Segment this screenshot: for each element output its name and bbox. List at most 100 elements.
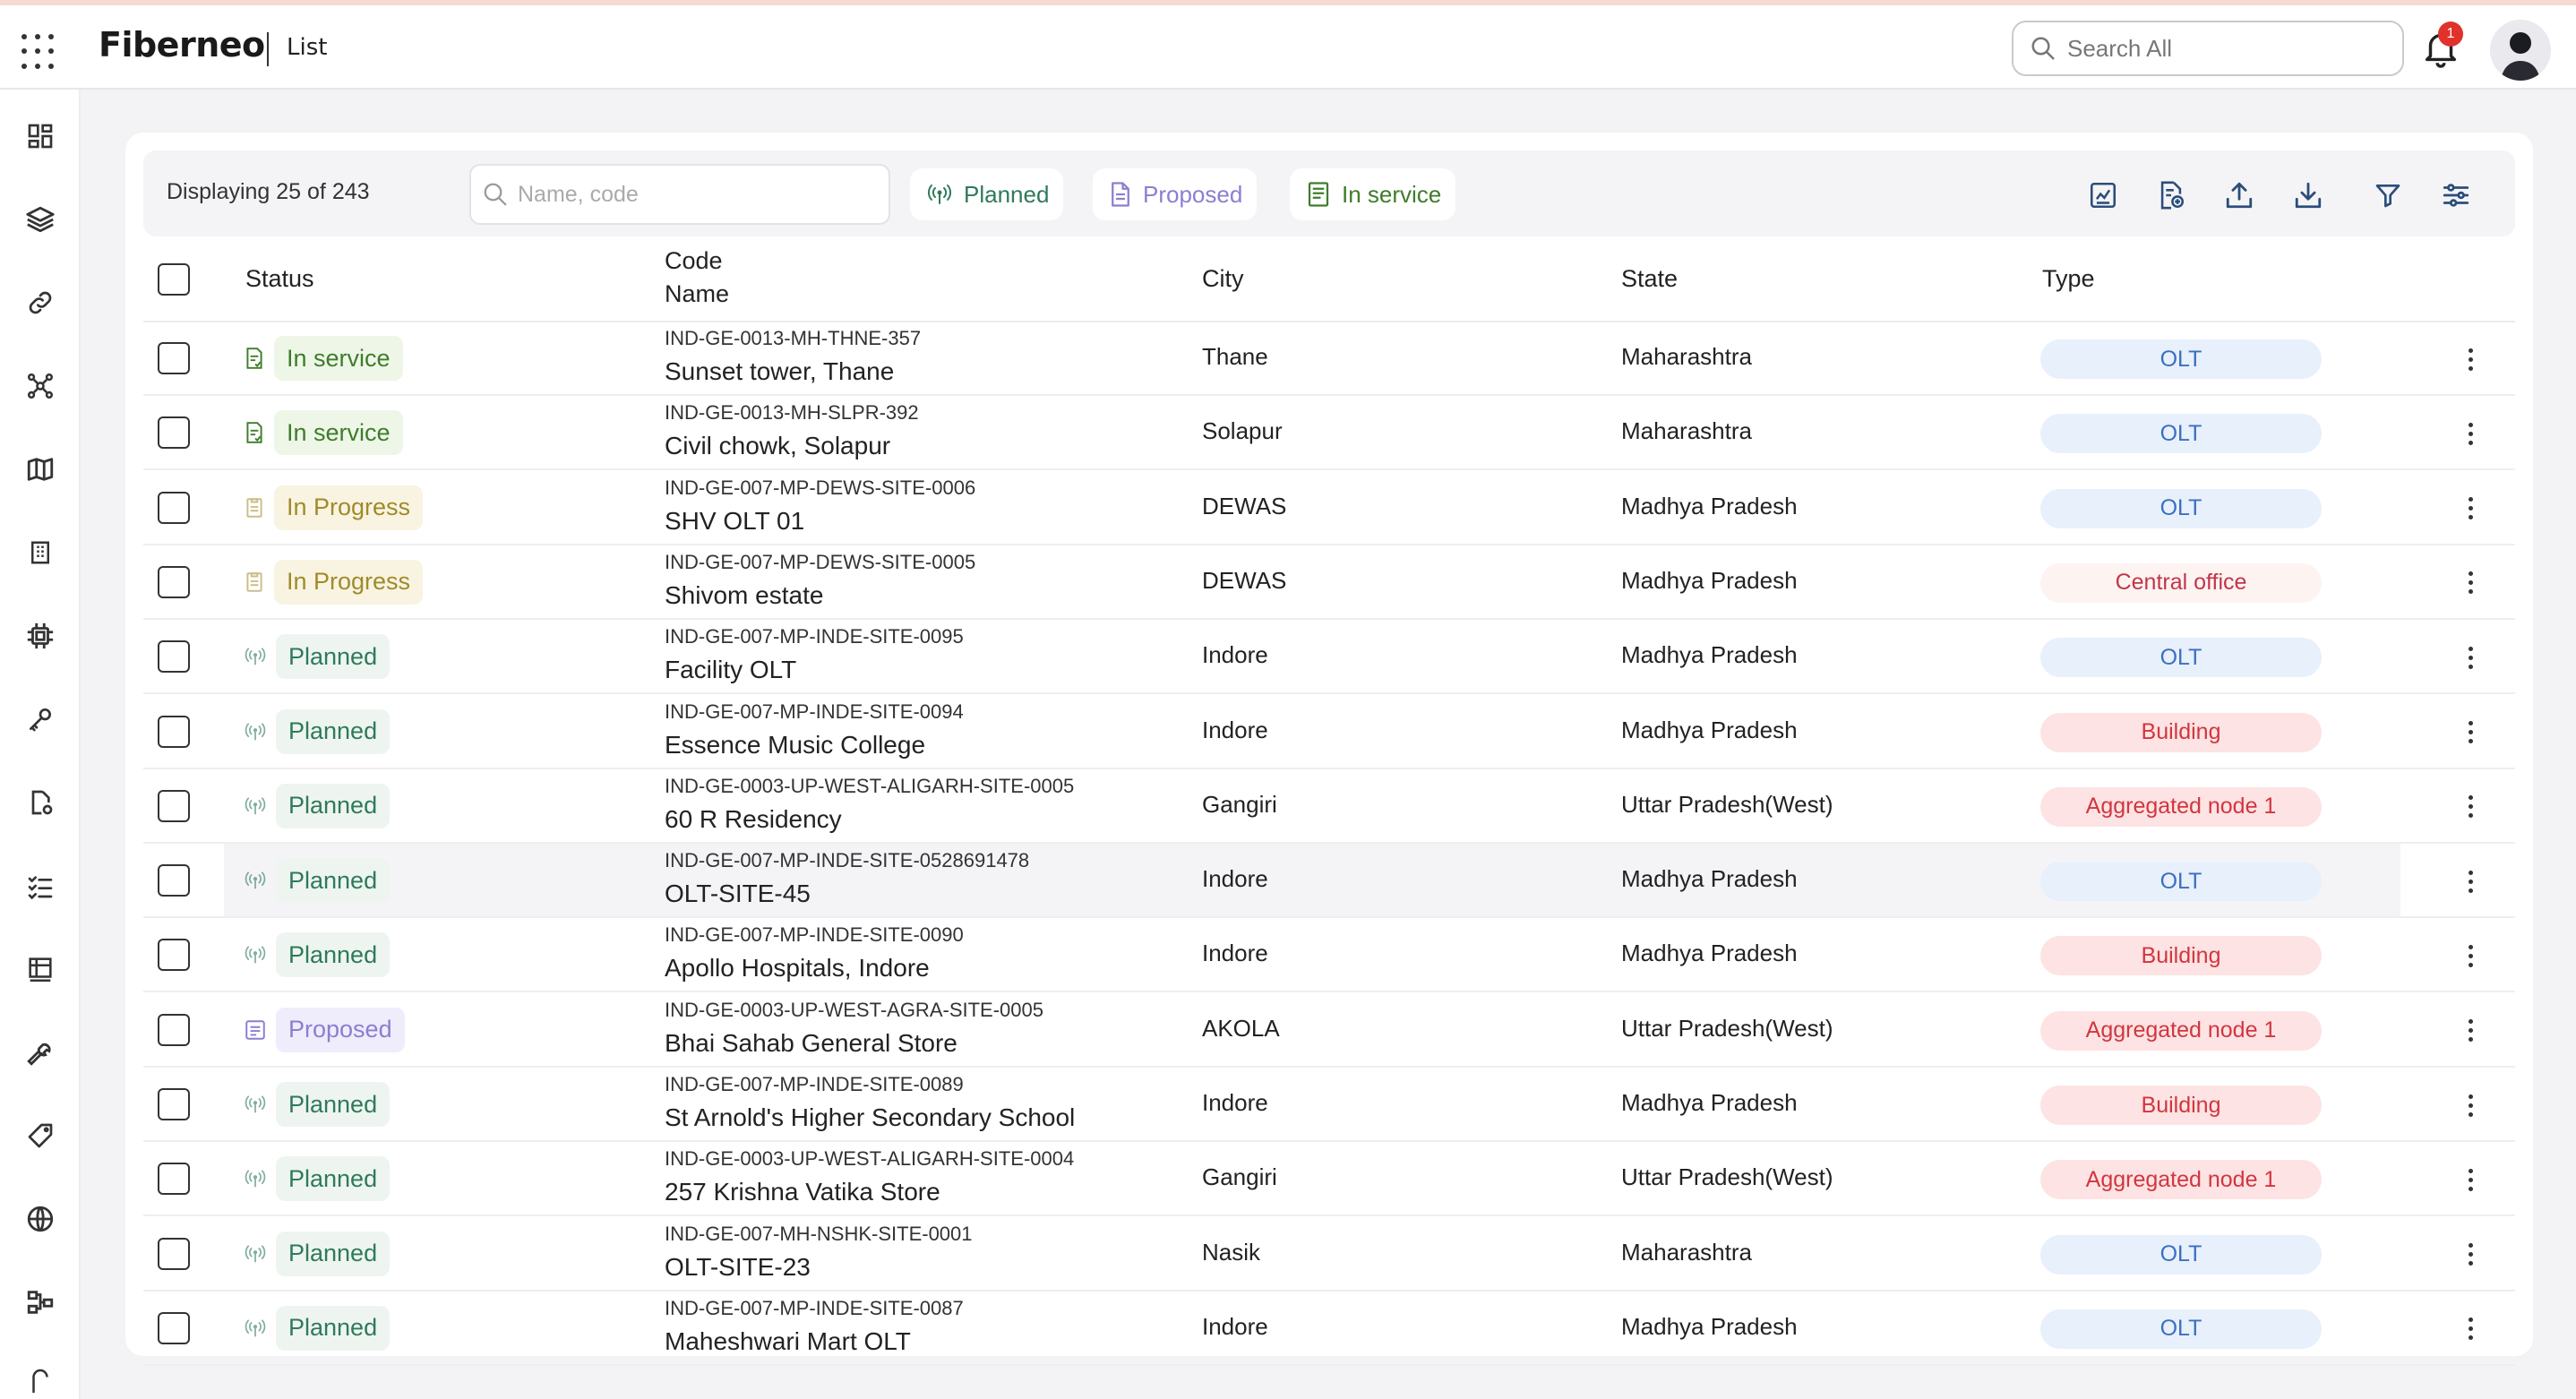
- more-icon[interactable]: [21, 1360, 60, 1399]
- row-menu-icon[interactable]: [2454, 1239, 2486, 1271]
- row-checkbox[interactable]: [158, 715, 190, 748]
- download-icon[interactable]: [2288, 176, 2328, 215]
- global-search-input[interactable]: [2067, 34, 2372, 63]
- row-menu-icon[interactable]: [2454, 717, 2486, 749]
- table-row[interactable]: Planned IND-GE-007-MP-INDE-SITE-0094 Essen…: [143, 695, 2515, 769]
- apps-grid-icon[interactable]: [21, 34, 57, 70]
- tag-icon[interactable]: [21, 1116, 60, 1155]
- site-name[interactable]: St Arnold's Higher Secondary School: [665, 1103, 1075, 1132]
- column-header-city[interactable]: City: [1202, 265, 1244, 293]
- tools-icon[interactable]: [21, 1033, 60, 1072]
- site-name[interactable]: Sunset tower, Thane: [665, 357, 894, 386]
- key-icon[interactable]: [21, 700, 60, 739]
- document-settings-icon[interactable]: [21, 783, 60, 822]
- table-row[interactable]: In Progress IND-GE-007-MP-DEWS-SITE-0005 S…: [143, 545, 2515, 620]
- row-menu-icon[interactable]: [2454, 641, 2486, 674]
- row-menu-icon[interactable]: [2454, 493, 2486, 525]
- row-checkbox[interactable]: [158, 939, 190, 972]
- row-menu-icon[interactable]: [2454, 567, 2486, 599]
- column-header-name[interactable]: Name: [665, 280, 729, 308]
- name-code-search[interactable]: [469, 164, 890, 225]
- table-row[interactable]: Planned IND-GE-007-MH-NSHK-SITE-0001 OLT-S…: [143, 1217, 2515, 1292]
- building-icon[interactable]: [21, 533, 60, 572]
- brand-logo[interactable]: Fiberneo: [99, 25, 265, 64]
- upload-icon[interactable]: [2220, 176, 2259, 215]
- row-checkbox[interactable]: [158, 1163, 190, 1196]
- filter-chip-planned[interactable]: Planned: [910, 168, 1064, 220]
- site-name[interactable]: Civil chowk, Solapur: [665, 432, 890, 460]
- row-checkbox[interactable]: [158, 565, 190, 598]
- table-row[interactable]: Planned IND-GE-007-MP-INDE-SITE-0095 Facil…: [143, 620, 2515, 695]
- filter-icon[interactable]: [2368, 176, 2408, 215]
- column-header-state[interactable]: State: [1621, 265, 1678, 293]
- column-header-type[interactable]: Type: [2042, 265, 2095, 293]
- chip-icon[interactable]: [21, 616, 60, 656]
- table-row[interactable]: Proposed IND-GE-0003-UP-WEST-AGRA-SITE-00…: [143, 993, 2515, 1068]
- select-all-checkbox[interactable]: [158, 263, 190, 296]
- user-avatar[interactable]: [2490, 20, 2551, 81]
- row-menu-icon[interactable]: [2454, 417, 2486, 450]
- row-checkbox[interactable]: [158, 342, 190, 374]
- row-menu-icon[interactable]: [2454, 865, 2486, 897]
- table-row[interactable]: Planned IND-GE-007-MP-INDE-SITE-0087 Mahes…: [143, 1292, 2515, 1366]
- table-row[interactable]: Planned IND-GE-0003-UP-WEST-ALIGARH-SITE-…: [143, 1142, 2515, 1217]
- table-row[interactable]: Planned IND-GE-007-MP-INDE-SITE-0090 Apoll…: [143, 918, 2515, 993]
- row-menu-icon[interactable]: [2454, 1313, 2486, 1345]
- row-menu-icon[interactable]: [2454, 791, 2486, 823]
- filter-chip-in-service[interactable]: In service: [1290, 168, 1456, 220]
- dashboard-icon[interactable]: [21, 116, 60, 156]
- row-menu-icon[interactable]: [2454, 1163, 2486, 1196]
- settings-sliders-icon[interactable]: [2436, 176, 2476, 215]
- network-icon[interactable]: [21, 366, 60, 406]
- row-checkbox[interactable]: [158, 491, 190, 524]
- report-icon[interactable]: [2083, 176, 2123, 215]
- row-checkbox[interactable]: [158, 1311, 190, 1344]
- site-name[interactable]: 257 Krishna Vatika Store: [665, 1178, 940, 1206]
- filter-chip-proposed[interactable]: Proposed: [1093, 168, 1258, 220]
- table-row[interactable]: Planned IND-GE-007-MP-INDE-SITE-0089 St Ar…: [143, 1068, 2515, 1142]
- site-name[interactable]: Essence Music College: [665, 731, 925, 760]
- row-checkbox[interactable]: [158, 1237, 190, 1270]
- antenna-icon: [245, 1095, 266, 1113]
- link-icon[interactable]: [21, 283, 60, 322]
- antenna-icon: [245, 648, 266, 665]
- row-checkbox[interactable]: [158, 1088, 190, 1120]
- table-row[interactable]: In Progress IND-GE-007-MP-DEWS-SITE-0006 S…: [143, 471, 2515, 545]
- site-name[interactable]: OLT-SITE-45: [665, 880, 811, 908]
- site-name[interactable]: Bhai Sahab General Store: [665, 1029, 957, 1058]
- hierarchy-icon[interactable]: [21, 1283, 60, 1322]
- row-menu-icon[interactable]: [2454, 1015, 2486, 1047]
- site-name[interactable]: OLT-SITE-23: [665, 1253, 811, 1282]
- site-state: Madhya Pradesh: [1621, 1312, 1798, 1340]
- row-menu-icon[interactable]: [2454, 1089, 2486, 1121]
- status-cell: In service: [244, 336, 403, 381]
- user-avatar-icon: [2501, 32, 2540, 81]
- checklist-icon[interactable]: [21, 866, 60, 905]
- name-code-search-input[interactable]: [518, 181, 876, 208]
- row-menu-icon[interactable]: [2454, 343, 2486, 375]
- column-header-status[interactable]: Status: [245, 265, 314, 293]
- table-row[interactable]: In service IND-GE-0013-MH-SLPR-392 Civil c…: [143, 396, 2515, 471]
- layers-icon[interactable]: [21, 200, 60, 239]
- table-row[interactable]: Planned IND-GE-0003-UP-WEST-ALIGARH-SITE-…: [143, 769, 2515, 844]
- row-menu-icon[interactable]: [2454, 940, 2486, 972]
- site-name[interactable]: Facility OLT: [665, 656, 796, 684]
- inventory-icon[interactable]: [21, 949, 60, 989]
- global-search[interactable]: [2012, 21, 2404, 76]
- row-checkbox[interactable]: [158, 789, 190, 822]
- site-name[interactable]: Apollo Hospitals, Indore: [665, 954, 930, 983]
- row-checkbox[interactable]: [158, 1013, 190, 1046]
- map-icon[interactable]: [21, 450, 60, 489]
- add-report-icon[interactable]: [2151, 176, 2191, 215]
- row-checkbox[interactable]: [158, 864, 190, 897]
- site-name[interactable]: 60 R Residency: [665, 805, 842, 834]
- column-header-code[interactable]: Code: [665, 247, 723, 275]
- site-name[interactable]: SHV OLT 01: [665, 507, 804, 536]
- site-name[interactable]: Maheshwari Mart OLT: [665, 1327, 911, 1356]
- table-row[interactable]: Planned IND-GE-007-MP-INDE-SITE-052869147…: [143, 844, 2515, 919]
- row-checkbox[interactable]: [158, 640, 190, 674]
- row-checkbox[interactable]: [158, 416, 190, 450]
- table-row[interactable]: In service IND-GE-0013-MH-THNE-357 Sunset …: [143, 322, 2515, 396]
- globe-icon[interactable]: [21, 1199, 60, 1239]
- site-name[interactable]: Shivom estate: [665, 581, 823, 610]
